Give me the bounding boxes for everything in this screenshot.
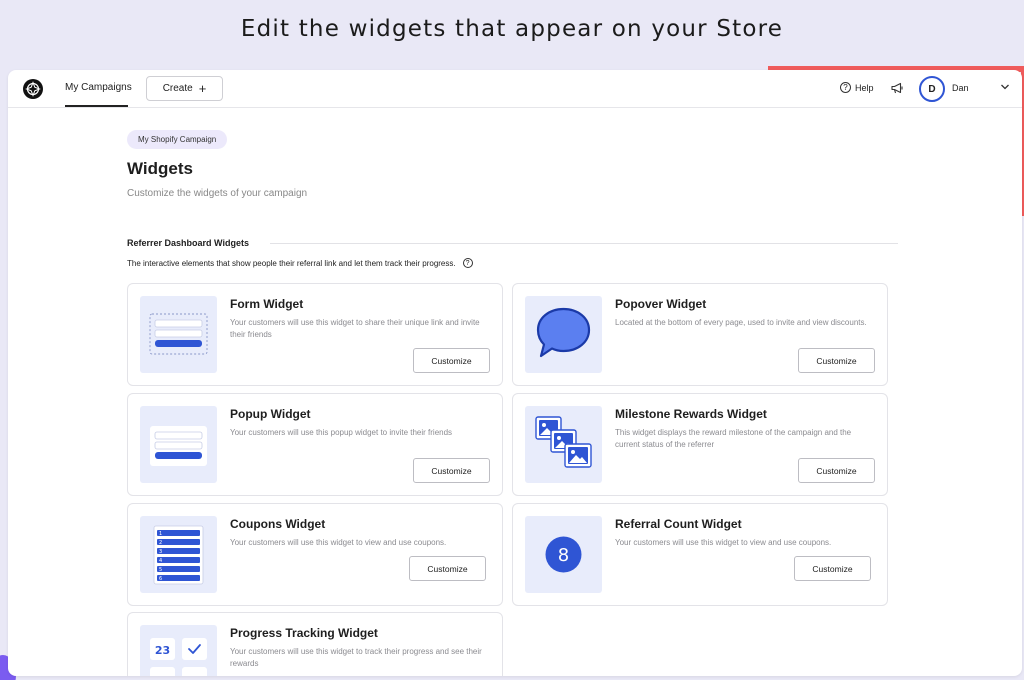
section-description: The interactive elements that show peopl…: [127, 258, 473, 268]
campaign-badge: My Shopify Campaign: [127, 130, 228, 149]
form-illustration-icon: [140, 296, 217, 373]
progress-tile-number: 23: [155, 644, 170, 657]
widget-title: Popover Widget: [615, 297, 707, 311]
section-description-text: The interactive elements that show peopl…: [127, 258, 456, 268]
customize-button-form[interactable]: Customize: [413, 348, 490, 373]
widget-title: Milestone Rewards Widget: [615, 407, 767, 421]
widget-title: Form Widget: [230, 297, 304, 311]
section-title: Referrer Dashboard Widgets: [127, 238, 249, 248]
user-name[interactable]: Dan: [952, 83, 969, 93]
create-button[interactable]: Create +: [146, 76, 223, 101]
list-number-5: 5: [159, 567, 162, 573]
create-button-label: Create: [162, 83, 193, 94]
customize-button-milestone-rewards[interactable]: Customize: [798, 458, 875, 483]
widget-card-referral-count: 8 Referral Count Widget Your customers w…: [512, 503, 888, 606]
tab-my-campaigns[interactable]: My Campaigns: [65, 82, 132, 93]
widget-title: Popup Widget: [230, 407, 311, 421]
widget-title: Coupons Widget: [230, 517, 326, 531]
top-navigation-bar: My Campaigns Create + ? Help D Dan: [8, 70, 1022, 108]
widget-card-popover: Popover Widget Located at the bottom of …: [512, 283, 888, 386]
chevron-down-icon[interactable]: [1000, 82, 1010, 92]
app-window: My Campaigns Create + ? Help D Dan My Sh…: [8, 70, 1022, 676]
numbered-list-illustration-icon: 1 2 3 4 5 6: [140, 516, 217, 593]
list-number-3: 3: [159, 549, 162, 555]
count-circle-illustration-icon: 8: [525, 516, 602, 593]
customize-button-popover[interactable]: Customize: [798, 348, 875, 373]
chat-bubble-illustration-icon: [525, 296, 602, 373]
help-label: Help: [855, 82, 874, 93]
customize-button-coupons[interactable]: Customize: [409, 556, 486, 581]
customize-button-popup[interactable]: Customize: [413, 458, 490, 483]
list-number-4: 4: [159, 558, 162, 564]
referral-count-value: 8: [558, 545, 569, 566]
active-tab-indicator: [65, 105, 128, 107]
list-number-2: 2: [159, 540, 162, 546]
customize-button-referral-count[interactable]: Customize: [794, 556, 871, 581]
widget-description: Your customers will use this widget to v…: [230, 538, 447, 547]
page-subtitle: Customize the widgets of your campaign: [127, 188, 308, 199]
widget-description: Your customers will use this popup widge…: [230, 428, 453, 437]
widget-description: This widget displays the reward mileston…: [615, 428, 852, 449]
user-avatar[interactable]: D: [919, 76, 945, 102]
widget-card-progress-tracking: 23 Progress Tracking Widget Your custome…: [127, 612, 503, 676]
section-divider: [270, 243, 898, 244]
page-title: Widgets: [127, 159, 193, 178]
megaphone-icon[interactable]: [890, 81, 904, 95]
question-circle-icon[interactable]: ?: [462, 258, 473, 268]
question-circle-icon: ?: [840, 82, 851, 93]
widget-card-popup: Popup Widget Your customers will use thi…: [127, 393, 503, 496]
help-link[interactable]: ? Help: [840, 82, 874, 93]
widget-description: Located at the bottom of every page, use…: [615, 318, 867, 327]
image-stack-illustration-icon: [525, 406, 602, 483]
main-content: My Shopify Campaign Widgets Customize th…: [8, 108, 1022, 676]
brand-logo-icon[interactable]: [23, 79, 43, 99]
popup-illustration-icon: [140, 406, 217, 483]
progress-tiles-illustration-icon: 23: [140, 625, 217, 676]
list-number-1: 1: [159, 531, 162, 537]
widget-card-form: Form Widget Your customers will use this…: [127, 283, 503, 386]
widget-title: Referral Count Widget: [615, 517, 742, 531]
widget-card-milestone-rewards: Milestone Rewards Widget This widget dis…: [512, 393, 888, 496]
page-headline: Edit the widgets that appear on your Sto…: [240, 16, 784, 42]
plus-icon: +: [198, 81, 207, 96]
list-number-6: 6: [159, 576, 162, 582]
widget-description: Your customers will use this widget to t…: [230, 647, 482, 668]
widget-description: Your customers will use this widget to v…: [615, 538, 832, 547]
widget-card-coupons: 1 2 3 4 5 6 Coupons Widget Your customer…: [127, 503, 503, 606]
widget-description: Your customers will use this widget to s…: [230, 318, 480, 339]
widget-title: Progress Tracking Widget: [230, 626, 378, 640]
